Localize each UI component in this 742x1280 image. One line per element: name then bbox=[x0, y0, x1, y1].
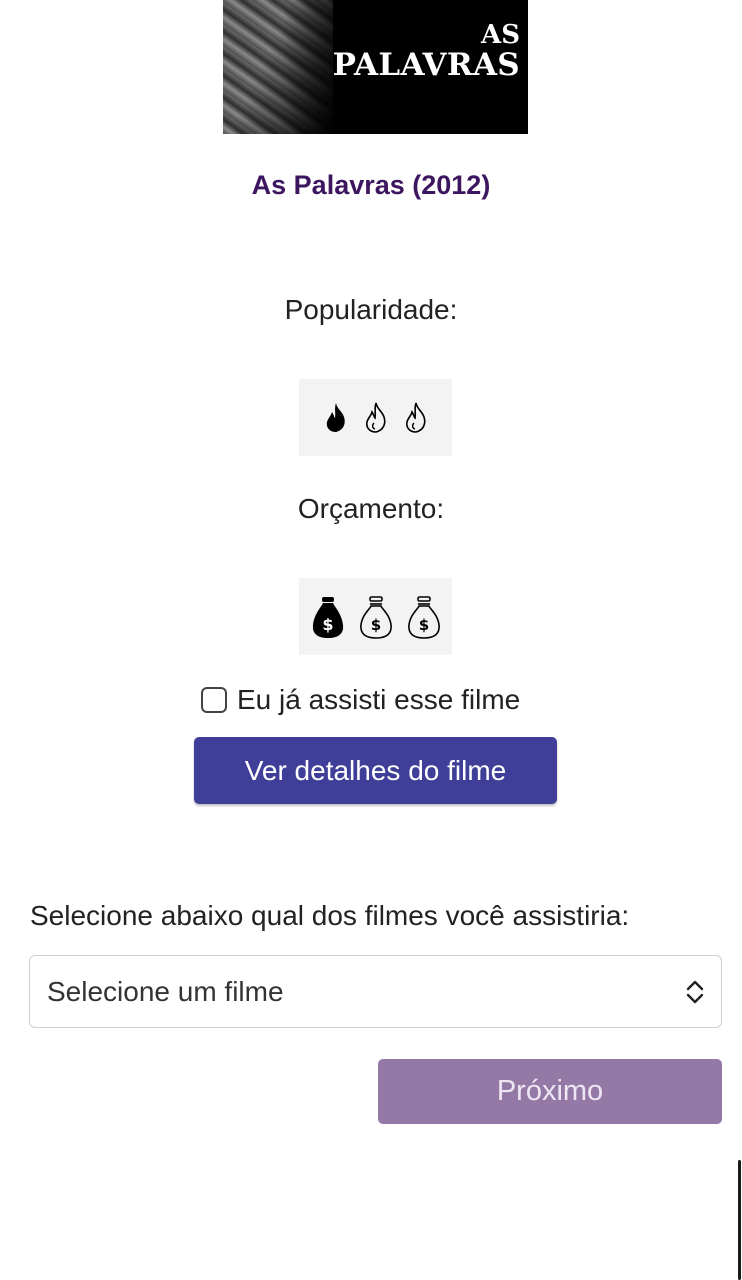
movie-title: As Palavras (2012) bbox=[251, 170, 491, 200]
popularity-label: Popularidade: bbox=[284, 294, 458, 325]
poster-title-line-1: AS bbox=[481, 20, 520, 50]
popularity-rating bbox=[299, 379, 452, 456]
poster-title: AS PALAVRAS bbox=[333, 22, 520, 81]
movie-select-prompt: Selecione abaixo qual dos filmes você as… bbox=[30, 900, 630, 931]
view-details-button[interactable]: Ver detalhes do filme bbox=[194, 737, 557, 804]
svg-text:$: $ bbox=[322, 615, 333, 634]
fire-icon bbox=[326, 402, 345, 432]
money-bag-icon: $ bbox=[312, 596, 343, 638]
budget-label: Orçamento: bbox=[297, 493, 445, 524]
next-button[interactable]: Próximo bbox=[378, 1059, 722, 1124]
chevron-up-down-icon bbox=[686, 980, 704, 1004]
movie-select[interactable]: Selecione um filme bbox=[29, 955, 722, 1028]
budget-rating: $ $ $ bbox=[299, 578, 452, 655]
watched-checkbox-label: Eu já assisti esse filme bbox=[237, 684, 521, 715]
svg-text:$: $ bbox=[370, 616, 380, 634]
scrollbar[interactable] bbox=[738, 1160, 741, 1280]
fire-outline-icon bbox=[365, 402, 386, 433]
fire-outline-icon bbox=[405, 402, 426, 433]
movie-survey-page: AS PALAVRAS As Palavras (2012) Popularid… bbox=[0, 0, 742, 1280]
svg-text:$: $ bbox=[418, 616, 428, 634]
movie-poster: AS PALAVRAS bbox=[223, 0, 528, 134]
poster-title-line-2: PALAVRAS bbox=[332, 47, 520, 83]
money-bag-outline-icon: $ bbox=[359, 595, 392, 639]
watched-checkbox-row[interactable]: Eu já assisti esse filme bbox=[201, 684, 520, 716]
movie-select-value: Selecione um filme bbox=[47, 975, 284, 1007]
watched-checkbox[interactable] bbox=[201, 687, 227, 713]
money-bag-outline-icon: $ bbox=[407, 595, 440, 639]
